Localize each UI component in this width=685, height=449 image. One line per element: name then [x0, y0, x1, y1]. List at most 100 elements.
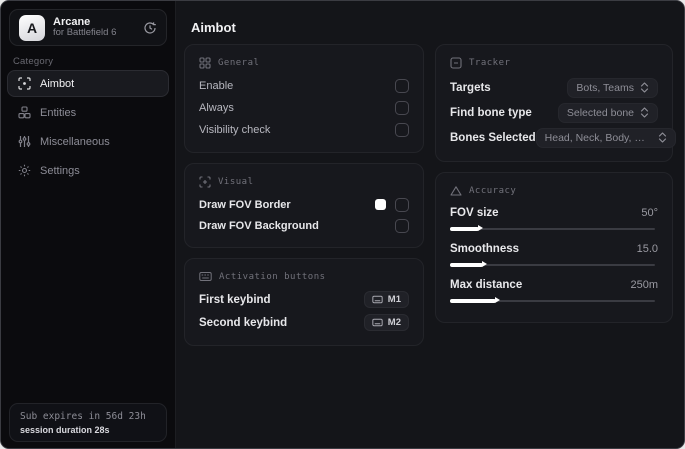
tracker-label: Bones Selected	[450, 131, 536, 144]
color-swatch[interactable]	[375, 199, 386, 210]
keybind-value: M2	[387, 317, 401, 328]
accuracy-card: Accuracy FOV size 50° Smoothness 15.0 Ma…	[435, 172, 673, 323]
setting-row-draw-fov-background: Draw FOV Background	[199, 215, 409, 236]
slider-header: Smoothness 15.0	[450, 239, 658, 259]
slider-header: Max distance 250m	[450, 275, 658, 295]
right-column: Tracker Targets Bots, Teams Find bone ty…	[435, 44, 676, 323]
select-value: Bots, Teams	[576, 81, 634, 94]
find-bone-type-select[interactable]: Selected bone	[557, 102, 658, 123]
unfold-icon	[640, 107, 649, 118]
app-subtitle: for Battlefield 6	[53, 27, 117, 39]
tracker-row-find-bone-type: Find bone type Selected bone	[450, 100, 658, 125]
sidebar-item-entities[interactable]: Entities	[7, 99, 169, 126]
slider-header: FOV size 50°	[450, 203, 658, 223]
visual-card-header: Visual	[199, 176, 409, 188]
slider-fill[interactable]	[450, 297, 500, 303]
select-value: Selected bone	[566, 106, 634, 119]
keyboard-icon	[372, 318, 383, 327]
visual-card: Visual Draw FOV Border Draw FOV Backgrou…	[184, 163, 424, 248]
sidebar-item-settings[interactable]: Settings	[7, 157, 169, 184]
subscription-info: Sub expires in 56d 23h session duration …	[9, 403, 167, 442]
first-keybind-button[interactable]: M1	[363, 291, 409, 308]
brand-card: A Arcane for Battlefield 6	[9, 9, 167, 46]
max-distance-slider[interactable]	[450, 297, 658, 304]
slider-block-smoothness: Smoothness 15.0	[450, 239, 658, 268]
activation-card: Activation buttons First keybind M1 Seco…	[184, 258, 424, 346]
activation-card-header: Activation buttons	[199, 271, 409, 282]
slider-label: Smoothness	[450, 243, 520, 255]
session-duration-text: session duration 28s	[20, 425, 110, 435]
enable-checkbox[interactable]	[395, 79, 409, 93]
slider-value: 15.0	[636, 243, 658, 255]
card-title: Visual	[218, 177, 254, 187]
unfold-icon	[658, 132, 667, 143]
setting-row-enable: Enable	[199, 75, 409, 97]
sidebar-item-miscellaneous[interactable]: Miscellaneous	[7, 128, 169, 155]
sub-expires-text: Sub expires in 56d 23h	[20, 411, 146, 422]
main-content: Aimbot General Enable Always Visibility …	[176, 1, 684, 448]
sidebar-item-label: Miscellaneous	[40, 135, 110, 148]
setting-row-draw-fov-border: Draw FOV Border	[199, 194, 409, 215]
setting-label: Visibility check	[199, 124, 271, 136]
card-title: Activation buttons	[219, 271, 326, 282]
slider-value: 250m	[630, 279, 658, 291]
setting-row-always: Always	[199, 97, 409, 119]
tracker-label: Find bone type	[450, 106, 532, 119]
grid-icon	[199, 57, 211, 69]
accuracy-card-header: Accuracy	[450, 185, 658, 197]
slider-block-max-distance: Max distance 250m	[450, 275, 658, 304]
tracker-card: Tracker Targets Bots, Teams Find bone ty…	[435, 44, 676, 162]
select-value: Head, Neck, Body, Pe..	[544, 131, 652, 144]
crosshair-icon	[18, 77, 31, 90]
triangle-icon	[450, 185, 462, 197]
slider-block-fov-size: FOV size 50°	[450, 203, 658, 232]
slider-label: FOV size	[450, 207, 499, 219]
bones-selected-select[interactable]: Head, Neck, Body, Pe..	[535, 127, 676, 148]
general-card-header: General	[199, 57, 409, 69]
unfold-icon	[640, 82, 649, 93]
tracker-row-bones-selected: Bones Selected Head, Neck, Body, Pe..	[450, 125, 676, 150]
targets-select[interactable]: Bots, Teams	[567, 77, 658, 98]
category-label: Category	[13, 56, 54, 67]
app-logo: A	[19, 14, 45, 41]
gear-icon	[18, 164, 31, 177]
left-column: General Enable Always Visibility check V…	[184, 44, 424, 346]
tracker-label: Targets	[450, 81, 491, 94]
scan-box-icon	[450, 57, 462, 69]
keybind-label: First keybind	[199, 293, 271, 306]
sidebar-item-aimbot[interactable]: Aimbot	[7, 70, 169, 97]
slider-fill[interactable]	[450, 261, 488, 267]
card-title: Accuracy	[469, 186, 517, 196]
card-title: General	[218, 58, 260, 68]
brand-text: Arcane for Battlefield 6	[53, 16, 116, 40]
setting-label: Draw FOV Border	[199, 198, 291, 211]
draw-fov-border-checkbox[interactable]	[395, 197, 409, 212]
card-title: Tracker	[469, 58, 511, 68]
page-title: Aimbot	[191, 20, 236, 35]
setting-row-visibility-check: Visibility check	[199, 119, 409, 141]
sliders-icon	[18, 135, 31, 148]
keybind-value: M1	[387, 294, 401, 305]
keyboard-icon	[199, 271, 212, 282]
tracker-card-header: Tracker	[450, 57, 658, 69]
visibility-check-checkbox[interactable]	[395, 123, 409, 137]
second-keybind-button[interactable]: M2	[363, 314, 409, 331]
sidebar-item-label: Entities	[40, 106, 77, 119]
app-window: A Arcane for Battlefield 6 Category Aimb…	[0, 0, 685, 449]
general-card: General Enable Always Visibility check	[184, 44, 424, 153]
draw-fov-background-checkbox[interactable]	[395, 218, 409, 233]
sidebar: A Arcane for Battlefield 6 Category Aimb…	[1, 1, 176, 448]
fov-size-slider[interactable]	[450, 225, 658, 232]
keybind-row-first: First keybind M1	[199, 288, 409, 311]
refresh-icon[interactable]	[143, 21, 157, 35]
sidebar-nav: Aimbot Entities Miscellaneous Settings	[7, 70, 169, 184]
smoothness-slider[interactable]	[450, 261, 658, 268]
slider-fill[interactable]	[450, 225, 484, 231]
entities-icon	[18, 106, 31, 119]
always-checkbox[interactable]	[395, 101, 409, 115]
sidebar-item-label: Settings	[40, 164, 80, 177]
setting-label: Draw FOV Background	[199, 219, 319, 232]
keyboard-icon	[372, 295, 383, 304]
focus-plus-icon	[199, 176, 211, 188]
keybind-row-second: Second keybind M2	[199, 311, 409, 334]
